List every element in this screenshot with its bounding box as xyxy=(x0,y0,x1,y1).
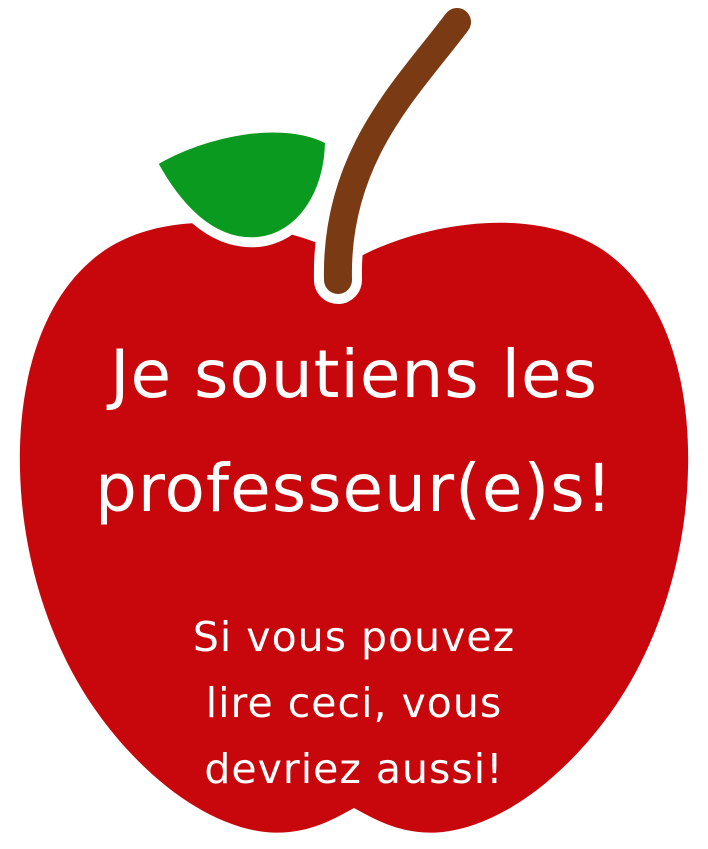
subtext: Si vous pouvez lire ceci, vous devriez a… xyxy=(0,604,708,802)
headline-line-1: Je soutiens les xyxy=(110,336,598,413)
subtext-line-1: Si vous pouvez xyxy=(192,613,516,661)
headline-line-2: professeur(e)s! xyxy=(94,450,614,527)
apple-poster: Je soutiens les professeur(e)s! Si vous … xyxy=(0,0,708,849)
subtext-line-2: lire ceci, vous xyxy=(205,679,503,727)
headline: Je soutiens les professeur(e)s! xyxy=(0,318,708,546)
subtext-line-3: devriez aussi! xyxy=(204,745,504,793)
